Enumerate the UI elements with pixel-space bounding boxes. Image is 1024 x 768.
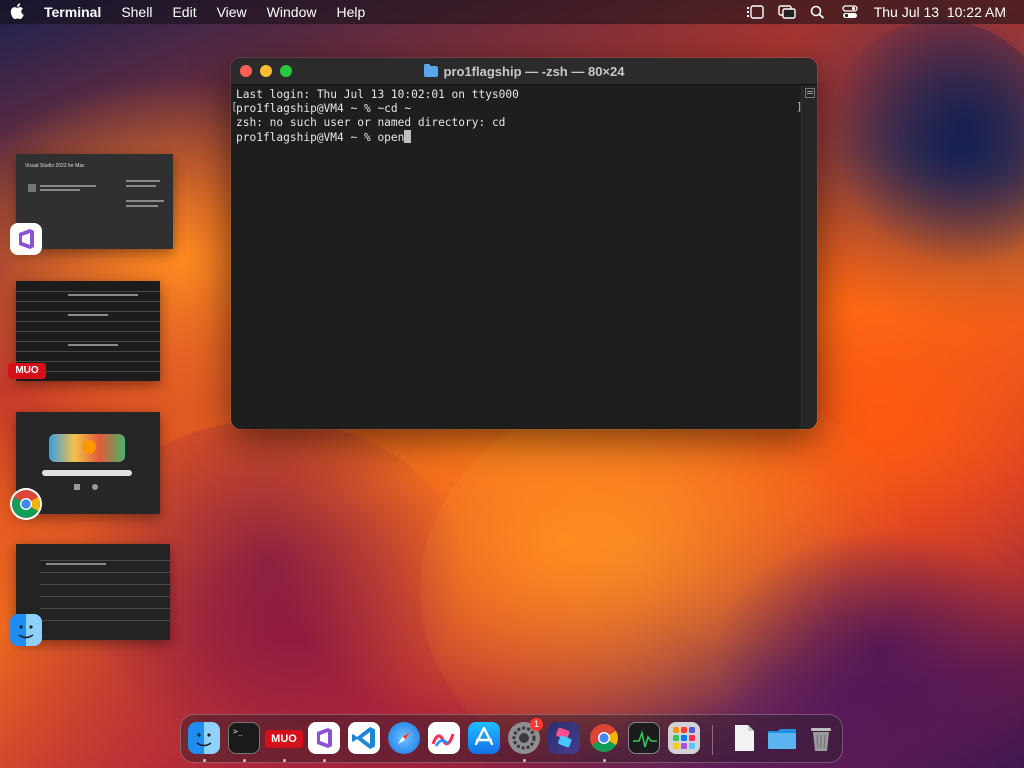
close-button[interactable] [240,65,252,77]
thumb-row [16,321,160,322]
apple-menu-icon[interactable] [0,2,34,22]
menu-clock[interactable]: Thu Jul 13 10:22 AM [874,4,1006,20]
terminal-prompt-glyph: >_ [233,727,243,736]
scroll-button[interactable] [805,88,815,98]
dock-document-file[interactable] [728,722,760,754]
dock-freeform[interactable] [428,722,460,754]
thumb-text [28,184,36,192]
mark-bracket-left: [ [231,100,238,113]
terminal-line: Last login: Thu Jul 13 10:02:01 on ttys0… [236,88,519,101]
thumb-row [16,351,160,352]
dock: >_ MUO 1 [180,714,843,763]
dock-safari[interactable] [388,722,420,754]
visual-studio-app-icon [10,223,42,255]
doodle-play-icon [82,440,96,454]
terminal-window[interactable]: pro1flagship — -zsh — 80×24 Last login: … [231,58,817,429]
thumb-row [16,331,160,332]
thumb-row [16,301,160,302]
chrome-app-icon [10,488,42,520]
folder-icon [423,63,438,77]
zoom-button[interactable] [280,65,292,77]
menu-edit[interactable]: Edit [162,4,206,20]
wallpaper-wave [820,20,1024,280]
dock-finder[interactable] [188,722,220,754]
dock-trash[interactable] [805,722,837,754]
thumb-text [74,484,80,490]
dock-activity-monitor[interactable] [628,722,660,754]
thumb-row [40,560,170,561]
thumb-text [68,344,118,346]
minimize-button[interactable] [260,65,272,77]
dock-visual-studio[interactable] [308,722,340,754]
thumb-text [126,205,158,207]
running-indicator [243,759,246,762]
thumb-text [40,189,80,191]
muo-label: MUO [271,733,297,745]
menu-view[interactable]: View [207,4,257,20]
thumb-row [16,361,160,362]
dock-separator [712,725,713,755]
thumb-row [40,608,170,609]
thumb-title: Visual Studio 2022 for Mac [25,163,85,169]
dock-terminal[interactable]: >_ [228,722,260,754]
running-indicator [203,759,206,762]
control-center-icon[interactable] [842,5,858,19]
terminal-prompt-line: pro1flagship@VM4 ~ % open [236,131,405,144]
screen-mirroring-icon[interactable] [777,5,796,19]
muo-app-icon: MUO [8,363,46,379]
thumb-text [40,185,96,187]
menu-app-name[interactable]: Terminal [34,4,111,20]
thumb-text [68,294,138,296]
dock-launchpad[interactable] [668,722,700,754]
dock-downloads-folder[interactable] [766,722,798,754]
terminal-title: pro1flagship — -zsh — 80×24 [443,63,625,79]
thumb-text [46,563,106,565]
running-indicator [523,759,526,762]
terminal-content[interactable]: Last login: Thu Jul 13 10:02:01 on ttys0… [231,86,801,429]
thumb-row [40,572,170,573]
thumb-row [16,311,160,312]
running-indicator [283,759,286,762]
menu-help[interactable]: Help [326,4,375,20]
muo-label: MUO [15,365,39,376]
search-bar [42,470,132,476]
terminal-line: pro1flagship@VM4 ~ % ~cd ~ [236,102,412,115]
notification-badge: 1 [530,718,543,731]
thumb-row [40,596,170,597]
dock-vscode[interactable] [348,722,380,754]
running-indicator [603,759,606,762]
thumb-row [40,584,170,585]
terminal-scrollbar[interactable] [801,86,817,429]
terminal-line: pro1flagship@VM4 ~ % open [236,130,796,145]
menu-shell[interactable]: Shell [111,4,162,20]
dock-muo[interactable]: MUO [265,730,303,748]
stage-manager-icon[interactable] [746,5,764,19]
thumb-text [68,314,108,316]
thumb-text [126,185,156,187]
thumb-row [16,291,160,292]
spotlight-search-icon[interactable] [810,5,826,19]
menu-bar: Terminal Shell Edit View Window Help Thu… [0,0,1024,24]
text-cursor [404,130,412,143]
thumb-row [16,341,160,342]
terminal-titlebar[interactable]: pro1flagship — -zsh — 80×24 [231,58,817,85]
finder-app-icon [10,614,42,646]
menu-window[interactable]: Window [257,4,327,20]
thumb-text [92,484,98,490]
running-indicator [323,759,326,762]
wallpaper-wave [420,380,940,768]
dock-chrome[interactable] [588,722,620,754]
thumb-text [126,180,160,182]
dock-app-store[interactable] [468,722,500,754]
terminal-line: zsh: no such user or named directory: cd [236,116,506,129]
thumb-text [126,200,164,202]
dock-shortcuts[interactable] [548,722,580,754]
thumb-row [40,620,170,621]
